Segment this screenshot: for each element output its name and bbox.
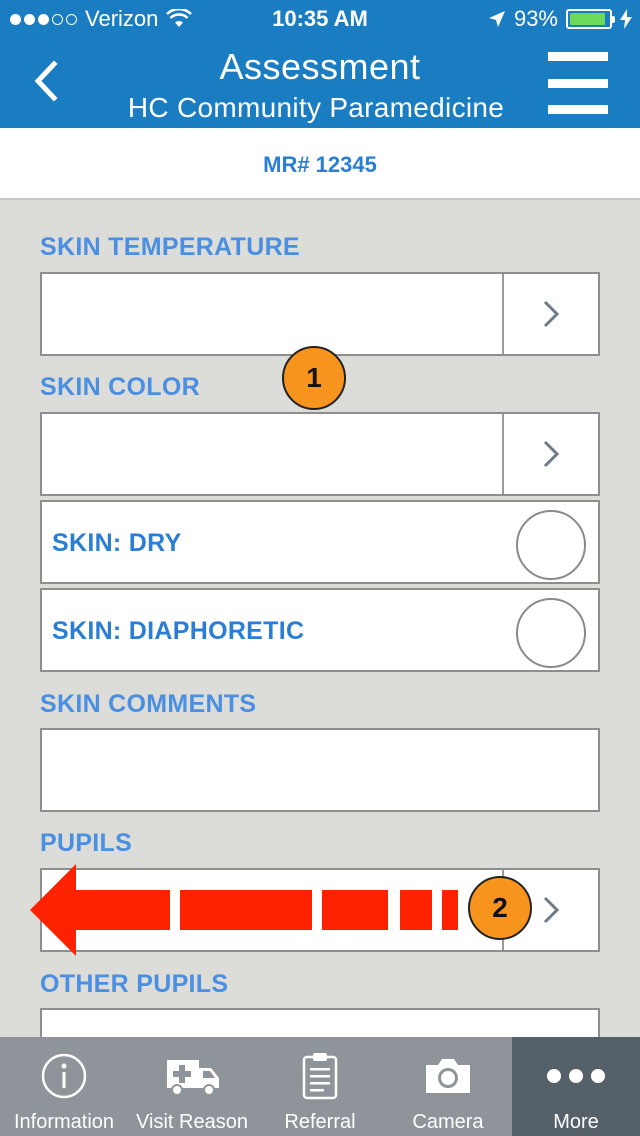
chevron-right-icon [543, 300, 560, 328]
skin-dry-row[interactable]: SKIN: DRY [40, 500, 600, 584]
skin-comments-label: SKIN COMMENTS [40, 690, 257, 718]
tab-label: Information [13, 1111, 115, 1133]
battery-icon [566, 9, 615, 29]
skin-diaphoretic-row[interactable]: SKIN: DIAPHORETIC [40, 588, 600, 672]
info-icon [41, 1053, 87, 1099]
tab-referral[interactable]: Referral [256, 1037, 384, 1136]
tab-camera[interactable]: Camera [384, 1037, 512, 1136]
skin-temperature-picker[interactable] [502, 274, 598, 354]
tab-label: Referral [284, 1111, 356, 1133]
tab-more[interactable]: More [512, 1037, 640, 1136]
tab-label: Camera [412, 1111, 484, 1133]
annotation-badge-2: 2 [468, 876, 532, 940]
annotation-badge-1: 1 [282, 346, 346, 410]
skin-color-picker[interactable] [502, 414, 598, 494]
battery-percent: 93% [513, 6, 558, 31]
skin-dry-label: SKIN: DRY [52, 529, 182, 557]
tab-information[interactable]: Information [0, 1037, 128, 1136]
ambulance-icon [167, 1060, 219, 1096]
status-bar: Verizon 10:35 AM 93% [0, 0, 640, 40]
skin-diaphoretic-checkbox[interactable] [516, 598, 586, 668]
charging-bolt-icon [620, 9, 632, 29]
skin-temperature-label: SKIN TEMPERATURE [40, 233, 300, 261]
skin-dry-checkbox[interactable] [516, 510, 586, 580]
tab-label: Visit Reason [136, 1111, 248, 1133]
camera-icon [426, 1059, 470, 1093]
navigation-bar: Assessment HC Community Paramedicine [0, 40, 640, 128]
skin-comments-field[interactable] [40, 728, 600, 812]
skin-color-field[interactable] [40, 412, 600, 496]
skin-diaphoretic-label: SKIN: DIAPHORETIC [52, 617, 305, 645]
hamburger-menu-icon[interactable] [548, 52, 608, 114]
other-pupils-label: OTHER PUPILS [40, 970, 229, 998]
medical-record-number: MR# 12345 [0, 128, 640, 200]
tab-label: More [553, 1111, 599, 1133]
tab-visit-reason[interactable]: Visit Reason [128, 1037, 256, 1136]
skin-color-label: SKIN COLOR [40, 373, 200, 401]
location-arrow-icon [488, 11, 505, 27]
page-title: Assessment [219, 46, 421, 87]
status-right: 93% [488, 6, 632, 32]
skin-temperature-field[interactable] [40, 272, 600, 356]
pupils-label: PUPILS [40, 829, 133, 857]
chevron-right-icon [543, 440, 560, 468]
annotation-arrow-icon [30, 864, 458, 956]
clipboard-icon [302, 1053, 338, 1100]
more-dots-icon [547, 1069, 605, 1083]
chevron-right-icon [543, 896, 560, 924]
page-subtitle: HC Community Paramedicine [127, 92, 505, 123]
tab-bar: Information Visit Reason Referral Camera… [0, 1037, 640, 1136]
